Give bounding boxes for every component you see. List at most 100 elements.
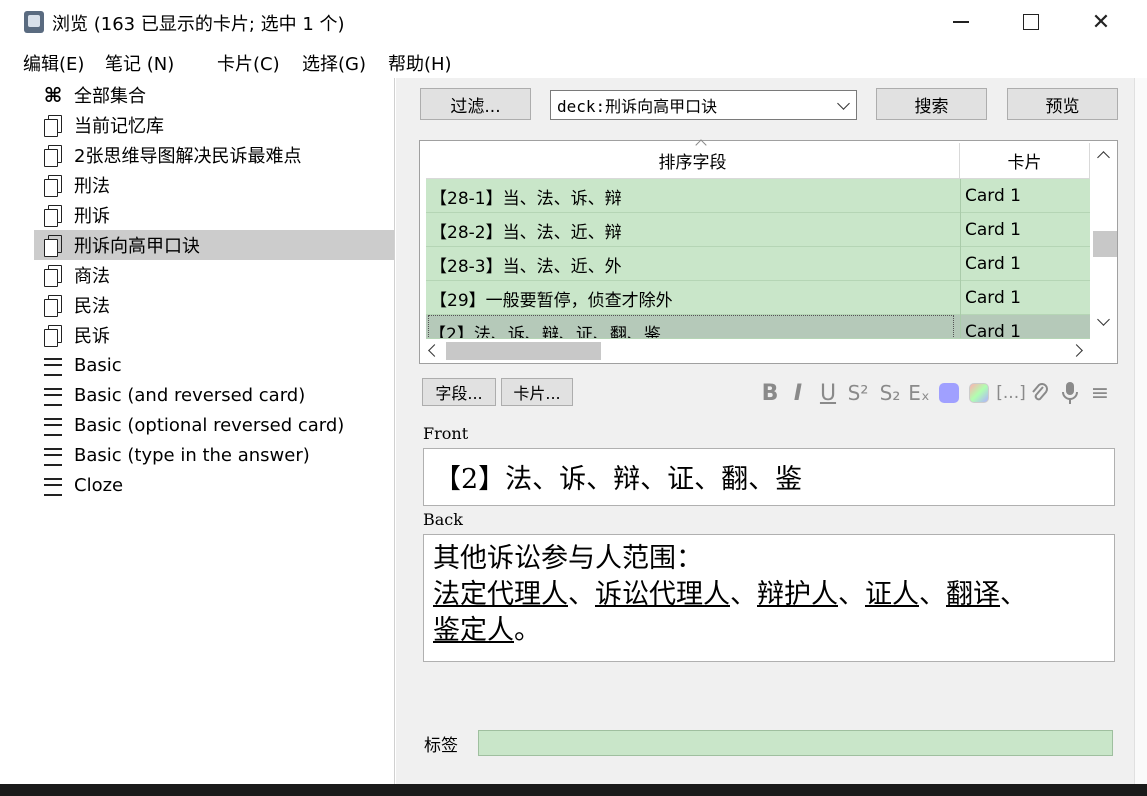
deck-icon — [42, 204, 64, 227]
sidebar-item-deck[interactable]: 民诉 — [34, 320, 394, 350]
sidebar-item-deck[interactable]: 民法 — [34, 290, 394, 320]
all-collection-icon: ⌘ — [43, 83, 63, 107]
sidebar-item-deck[interactable]: 商法 — [34, 260, 394, 290]
menu-edit[interactable]: 编辑(E) — [23, 50, 84, 76]
fields-button[interactable]: 字段... — [422, 378, 496, 406]
scrollbar-thumb[interactable] — [446, 342, 601, 360]
back-underlined-term: 诉讼代理人 — [595, 579, 730, 610]
clear-format-icon[interactable]: Eₓ — [906, 380, 932, 406]
search-input[interactable]: deck:刑诉向高甲口诀 — [550, 90, 857, 120]
close-button[interactable]: ✕ — [1066, 0, 1136, 44]
attach-icon[interactable] — [1028, 380, 1052, 406]
sidebar-item-note-type[interactable]: Basic (type in the answer) — [34, 440, 394, 470]
color-swatch — [939, 383, 959, 403]
sidebar-item-deck-selected[interactable]: 刑诉向高甲口诀 — [34, 230, 394, 260]
scroll-down-icon[interactable] — [1097, 313, 1110, 326]
sidebar-item-label: Basic (and reversed card) — [74, 384, 306, 406]
horizontal-scrollbar[interactable] — [420, 339, 1117, 363]
cell-sort-field: 【29】一般要暂停，侦查才除外 — [430, 290, 673, 311]
deck-icon — [42, 264, 64, 287]
separator: 、 — [730, 579, 757, 610]
sidebar-item-label: 民法 — [74, 296, 110, 317]
cell-card: Card 1 — [960, 213, 1086, 247]
minimize-icon — [953, 21, 969, 23]
front-field[interactable]: 【2】法、诉、辩、证、翻、鉴 — [423, 448, 1115, 506]
back-field-label: Back — [423, 510, 463, 529]
back-underlined-term: 鉴定人 — [433, 615, 514, 646]
gradient-swatch — [969, 383, 989, 403]
table-row[interactable]: 【29】一般要暂停，侦查才除外 Card 1 — [426, 281, 1090, 315]
maximize-button[interactable] — [996, 0, 1066, 44]
sidebar-item-note-type[interactable]: Basic (and reversed card) — [34, 380, 394, 410]
cell-card: Card 1 — [960, 315, 1086, 338]
chevron-down-icon[interactable] — [837, 97, 850, 110]
cell-card: Card 1 — [960, 281, 1086, 315]
highlight-color-icon[interactable] — [967, 380, 991, 406]
preview-button[interactable]: 预览 — [1007, 88, 1118, 120]
sidebar-item-note-type[interactable]: Basic (optional reversed card) — [34, 410, 394, 440]
sidebar-item-all[interactable]: ⌘ 全部集合 — [34, 80, 394, 110]
menu-note[interactable]: 笔记 (N) — [105, 50, 174, 76]
table-row[interactable]: 【28-3】当、法、近、外 Card 1 — [426, 247, 1090, 281]
app-icon — [24, 11, 44, 33]
column-header-sort-field[interactable]: 排序字段 — [426, 139, 960, 179]
deck-icon — [42, 234, 64, 257]
card-table: 排序字段 卡片 【28-1】当、法、诉、辩 Card 1 【28-2】当、法、近… — [419, 139, 1118, 364]
table-row[interactable]: 【28-2】当、法、近、辩 Card 1 — [426, 213, 1090, 247]
sidebar-item-label: Basic (type in the answer) — [74, 444, 310, 466]
subscript-icon[interactable]: S₂ — [876, 380, 904, 406]
cell-sort-field: 【2】法、诉、辩、证、翻、鉴 — [428, 315, 954, 338]
back-underlined-term: 辩护人 — [757, 579, 838, 610]
scrollbar-thumb[interactable] — [1093, 231, 1117, 257]
cards-button[interactable]: 卡片... — [501, 378, 573, 406]
scroll-left-icon[interactable] — [428, 344, 441, 357]
cloze-icon[interactable]: [...] — [996, 380, 1026, 406]
deck-icon — [42, 294, 64, 317]
search-button[interactable]: 搜索 — [876, 88, 987, 120]
sidebar-item-note-type[interactable]: Cloze — [34, 470, 394, 500]
filter-button[interactable]: 过滤... — [420, 88, 531, 120]
table-row[interactable]: 【28-1】当、法、诉、辩 Card 1 — [426, 179, 1090, 213]
scroll-right-icon[interactable] — [1070, 344, 1083, 357]
back-underlined-term: 证人 — [865, 579, 919, 610]
sidebar-item-label: 刑法 — [74, 176, 110, 197]
cell-sort-field: 【28-2】当、法、近、辩 — [430, 222, 622, 243]
deck-icon — [42, 174, 64, 197]
front-field-text: 【2】法、诉、辩、证、翻、鉴 — [434, 464, 803, 495]
back-underlined-term: 翻译 — [946, 579, 1000, 610]
italic-icon[interactable]: I — [788, 380, 808, 406]
column-header-card[interactable]: 卡片 — [960, 143, 1090, 179]
bold-icon[interactable]: B — [758, 380, 782, 406]
menu-card[interactable]: 卡片(C) — [217, 50, 280, 76]
search-query: deck:刑诉向高甲口诀 — [557, 97, 718, 116]
sidebar-item-label: Basic (optional reversed card) — [74, 414, 345, 436]
text-color-icon[interactable] — [938, 380, 960, 406]
sidebar-item-current-deck[interactable]: 当前记忆库 — [34, 110, 394, 140]
underline-icon[interactable]: U — [816, 380, 840, 406]
microphone-icon[interactable] — [1058, 380, 1082, 406]
sidebar-item-deck[interactable]: 刑法 — [34, 170, 394, 200]
menu-help[interactable]: 帮助(H) — [388, 50, 452, 76]
menu-bar: 编辑(E) 笔记 (N) 卡片(C) 选择(G) 帮助(H) — [0, 46, 1147, 76]
sidebar-item-deck[interactable]: 刑诉 — [34, 200, 394, 230]
back-field[interactable]: 其他诉讼参与人范围： 法定代理人、诉讼代理人、辩护人、证人、翻译、 鉴定人。 — [423, 534, 1115, 662]
tags-input[interactable] — [478, 730, 1113, 756]
minimize-button[interactable] — [926, 0, 996, 44]
separator: 、 — [838, 579, 865, 610]
sidebar-item-deck[interactable]: 2张思维导图解决民诉最难点 — [34, 140, 394, 170]
scroll-up-icon[interactable] — [1097, 151, 1110, 164]
sidebar-item-label: Cloze — [74, 474, 124, 496]
superscript-icon[interactable]: S² — [844, 380, 872, 406]
maximize-icon — [1023, 14, 1039, 30]
separator: 、 — [1000, 579, 1027, 610]
deck-icon — [42, 144, 64, 167]
menu-select[interactable]: 选择(G) — [302, 50, 366, 76]
vertical-scrollbar[interactable] — [1091, 141, 1117, 339]
sidebar-item-note-type[interactable]: Basic — [34, 350, 394, 380]
note-type-icon — [42, 384, 64, 406]
more-menu-icon[interactable]: ≡ — [1088, 380, 1112, 406]
table-row-selected[interactable]: 【2】法、诉、辩、证、翻、鉴 Card 1 — [426, 315, 1090, 339]
title-bar: 浏览 (163 已显示的卡片; 选中 1 个) ✕ — [0, 0, 1147, 44]
sidebar-item-label: Basic — [74, 354, 122, 376]
sidebar-item-label: 民诉 — [74, 326, 110, 347]
